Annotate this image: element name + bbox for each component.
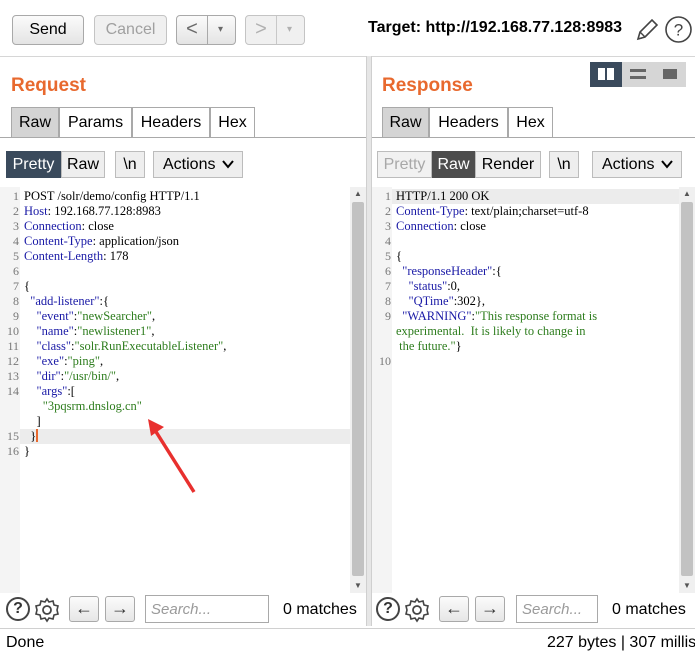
request-tab-hex[interactable]: Hex [210, 107, 255, 137]
response-match-count: 0 matches [612, 601, 686, 618]
arrow-right-icon: → [481, 598, 499, 618]
line-number: 2 [385, 204, 391, 218]
layout-tabs-icon[interactable] [654, 62, 686, 87]
response-size-timing: 227 bytes | 307 millis [547, 634, 695, 651]
chevron-down-icon [661, 160, 673, 169]
response-title: Response [382, 75, 473, 96]
request-tab-underline [0, 137, 366, 138]
history-forward-button[interactable]: > ▾ [245, 15, 305, 45]
line-number: 14 [7, 384, 19, 398]
line-number: 4 [385, 234, 391, 248]
help-icon[interactable]: ? [6, 597, 30, 621]
cancel-button[interactable]: Cancel [94, 15, 167, 45]
chevron-down-icon [222, 160, 234, 169]
next-match-button[interactable]: → [105, 596, 135, 622]
request-tab-raw[interactable]: Raw [11, 107, 59, 137]
line-number: 3 [13, 219, 19, 233]
previous-match-button[interactable]: ← [69, 596, 99, 622]
back-arrow-icon[interactable]: < [177, 16, 207, 44]
chevron-down-icon[interactable]: ▾ [276, 16, 302, 44]
request-editor[interactable]: 1 2 3 4 5 6 7 8 9 10 11 12 13 14 15 16 P… [0, 187, 366, 593]
help-icon[interactable]: ? [376, 597, 400, 621]
svg-text:?: ? [674, 21, 683, 40]
request-title: Request [11, 75, 86, 96]
line-number: 11 [7, 339, 19, 353]
scroll-up-icon[interactable]: ▲ [350, 187, 366, 201]
layout-side-by-side-icon[interactable] [590, 62, 622, 87]
line-number: 7 [385, 279, 391, 293]
request-match-count: 0 matches [283, 601, 357, 618]
line-number: 1 [13, 189, 19, 203]
request-mode-pretty[interactable]: Pretty [6, 151, 61, 178]
previous-match-button[interactable]: ← [439, 596, 469, 622]
scroll-thumb[interactable] [352, 202, 364, 576]
status-bar: Done 227 bytes | 307 millis [0, 628, 695, 655]
gear-icon[interactable] [403, 596, 431, 624]
request-tab-params[interactable]: Params [59, 107, 132, 137]
line-number: 5 [385, 249, 391, 263]
scroll-up-icon[interactable]: ▲ [679, 187, 695, 201]
request-scrollbar[interactable]: ▲ ▼ [350, 187, 366, 593]
response-mode-render[interactable]: Render [475, 151, 541, 178]
arrow-right-icon: → [111, 598, 129, 618]
next-match-button[interactable]: → [475, 596, 505, 622]
line-number: 15 [7, 429, 19, 443]
arrow-left-icon: ← [75, 598, 93, 618]
response-mode-newline[interactable]: \n [549, 151, 579, 178]
annotation-arrow-icon [148, 419, 196, 493]
pencil-icon[interactable] [634, 17, 660, 43]
request-mode-newline[interactable]: \n [115, 151, 145, 178]
response-tab-underline [372, 137, 695, 138]
line-number: 7 [13, 279, 19, 293]
scroll-down-icon[interactable]: ▼ [350, 579, 366, 593]
line-number: 1 [385, 189, 391, 203]
line-number: 10 [379, 354, 391, 368]
request-mode-raw[interactable]: Raw [61, 151, 105, 178]
line-number: 3 [385, 219, 391, 233]
line-number: 4 [13, 234, 19, 248]
response-editor[interactable]: 1 2 3 4 5 6 7 8 9 10 HTTP/1.1 200 OK Con… [372, 187, 695, 593]
status-text: Done [6, 634, 45, 651]
text-caret [36, 429, 39, 442]
request-search-input[interactable] [145, 595, 269, 623]
line-number: 9 [385, 309, 391, 323]
line-number: 6 [385, 264, 391, 278]
response-tab-hex[interactable]: Hex [508, 107, 553, 137]
request-tab-headers[interactable]: Headers [132, 107, 210, 137]
response-tab-headers[interactable]: Headers [429, 107, 508, 137]
response-scrollbar[interactable]: ▲ ▼ [679, 187, 695, 593]
arrow-left-icon: ← [445, 598, 463, 618]
response-code[interactable]: HTTP/1.1 200 OK Content-Type: text/plain… [396, 189, 597, 354]
line-number: 2 [13, 204, 19, 218]
history-back-button[interactable]: < ▾ [176, 15, 236, 45]
chevron-down-icon[interactable]: ▾ [207, 16, 233, 44]
line-number: 8 [385, 294, 391, 308]
response-search-input[interactable] [516, 595, 598, 623]
request-actions-menu[interactable]: Actions [153, 151, 243, 178]
line-number: 9 [13, 309, 19, 323]
response-tab-raw[interactable]: Raw [382, 107, 429, 137]
line-number: 12 [7, 354, 19, 368]
response-actions-menu[interactable]: Actions [592, 151, 682, 178]
line-number: 10 [7, 324, 19, 338]
scroll-thumb[interactable] [681, 202, 693, 576]
response-mode-raw[interactable]: Raw [432, 151, 475, 178]
help-icon[interactable]: ? [664, 15, 693, 44]
send-button[interactable]: Send [12, 15, 84, 45]
line-number: 13 [7, 369, 19, 383]
toolbar-separator [0, 56, 695, 57]
target-label: Target: http://192.168.77.128:8983 [368, 19, 623, 36]
line-number: 8 [13, 294, 19, 308]
line-number: 6 [13, 264, 19, 278]
forward-arrow-icon[interactable]: > [246, 16, 276, 44]
scroll-down-icon[interactable]: ▼ [679, 579, 695, 593]
response-mode-pretty[interactable]: Pretty [377, 151, 432, 178]
gear-icon[interactable] [33, 596, 61, 624]
line-number: 5 [13, 249, 19, 263]
actions-label: Actions [602, 156, 655, 173]
layout-stacked-icon[interactable] [622, 62, 654, 87]
line-number: 16 [7, 444, 19, 458]
actions-label: Actions [163, 156, 216, 173]
